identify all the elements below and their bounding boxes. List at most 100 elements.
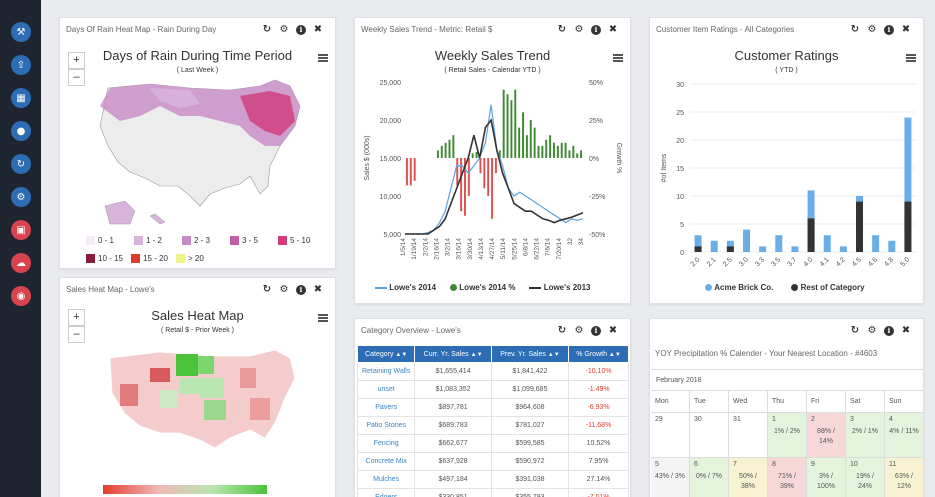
rest-bar[interactable] xyxy=(856,201,863,252)
growth-bar[interactable] xyxy=(572,145,575,158)
info-icon[interactable]: i xyxy=(296,25,306,35)
calendar-day[interactable]: 10 19% / 24% xyxy=(846,458,885,497)
refresh-icon[interactable]: ↻ xyxy=(262,285,272,295)
info-icon[interactable]: i xyxy=(296,285,306,295)
growth-bar[interactable] xyxy=(436,150,439,158)
growth-bar[interactable] xyxy=(576,153,579,158)
legend-item[interactable]: Lowe's 2013 xyxy=(529,283,591,292)
globe-icon[interactable]: ◉ xyxy=(11,286,31,306)
calendar-day[interactable]: 29 xyxy=(651,413,690,458)
acme-bar[interactable] xyxy=(823,235,831,252)
growth-bar[interactable] xyxy=(510,100,513,158)
table-cell[interactable]: Edgers xyxy=(356,488,416,497)
table-row[interactable]: Fencing $662,677 $599,585 10.52% xyxy=(356,434,629,453)
legend-item[interactable]: 10 - 15 xyxy=(86,254,131,264)
calendar-day[interactable]: 7 50% / 38% xyxy=(729,458,768,497)
acme-bar[interactable] xyxy=(743,229,750,252)
table-row[interactable]: Edgers$330,851$355,793-7.01% xyxy=(356,488,629,497)
growth-bar[interactable] xyxy=(541,145,544,158)
growth-bar[interactable] xyxy=(522,112,524,158)
legend-item[interactable]: 2 - 3 xyxy=(182,236,230,246)
refresh-icon[interactable]: ↻ xyxy=(557,326,567,336)
growth-bar[interactable] xyxy=(494,158,497,174)
growth-bar[interactable] xyxy=(479,158,482,174)
zoom-out-button[interactable]: – xyxy=(68,69,85,86)
table-row[interactable]: Patio Stones $689,783 $781,027 -11.68% xyxy=(356,416,629,435)
legend-item[interactable]: 15 - 20 xyxy=(131,254,176,264)
growth-bar[interactable] xyxy=(491,158,494,219)
table-cell[interactable]: Pavers xyxy=(356,398,416,417)
calendar-day[interactable]: 9 3% / 100% xyxy=(807,458,846,497)
growth-bar[interactable] xyxy=(556,145,559,158)
legend-item[interactable]: 1 - 2 xyxy=(134,236,182,246)
table-cell[interactable]: Patio Stones xyxy=(356,416,416,435)
legend-item[interactable]: 3 - 5 xyxy=(230,236,278,246)
refresh-icon[interactable]: ↻ xyxy=(850,326,860,336)
info-icon[interactable]: i xyxy=(591,25,601,35)
zoom-in-button[interactable]: + xyxy=(68,309,85,326)
growth-bar[interactable] xyxy=(413,158,416,181)
zoom-out-button[interactable]: – xyxy=(68,326,85,343)
close-icon[interactable]: ✖ xyxy=(901,326,911,336)
acme-bar[interactable] xyxy=(888,240,896,252)
growth-bar[interactable] xyxy=(560,142,563,158)
menu-icon[interactable] xyxy=(906,54,916,62)
calendar-day[interactable]: 4 4% / 11% xyxy=(885,413,923,458)
growth-bar[interactable] xyxy=(502,89,505,158)
table-icon[interactable]: ▦ xyxy=(11,88,31,108)
table-row[interactable]: unset $1,083,352 $1,099,685 -1.49% xyxy=(356,380,629,399)
growth-bar[interactable] xyxy=(456,158,459,186)
table-row[interactable]: Concrete Mix $637,928 $590,972 7.95% xyxy=(356,452,629,471)
cogs-icon[interactable]: ⚙ xyxy=(11,187,31,207)
upload-icon[interactable]: ⇧ xyxy=(11,55,31,75)
close-icon[interactable]: ✖ xyxy=(608,326,618,336)
rest-bar[interactable] xyxy=(807,218,815,252)
line-2014[interactable] xyxy=(405,104,584,235)
growth-bar[interactable] xyxy=(405,158,408,186)
growth-bar[interactable] xyxy=(440,145,443,158)
info-icon[interactable]: i xyxy=(884,326,894,336)
cloud-icon[interactable]: ☁ xyxy=(11,253,31,273)
table-cell[interactable]: Retaining Walls xyxy=(356,362,416,381)
refresh-icon[interactable]: ↻ xyxy=(11,154,31,174)
growth-bar[interactable] xyxy=(487,158,490,196)
calendar-day[interactable]: 8 71% / 39% xyxy=(768,458,807,497)
growth-bar[interactable] xyxy=(506,94,509,158)
info-icon[interactable]: i xyxy=(884,25,894,35)
menu-icon[interactable] xyxy=(318,314,328,322)
legend-item[interactable]: Lowe's 2014 xyxy=(375,283,436,292)
refresh-icon[interactable]: ↻ xyxy=(262,25,272,35)
table-cell[interactable]: Fencing xyxy=(356,434,416,453)
growth-bar[interactable] xyxy=(553,142,555,158)
growth-bar[interactable] xyxy=(448,139,451,158)
menu-icon[interactable] xyxy=(318,54,328,62)
calendar-day[interactable]: 6 0% / 7% xyxy=(690,458,729,497)
close-icon[interactable]: ✖ xyxy=(313,25,323,35)
calendar-day[interactable]: 30 xyxy=(690,413,729,458)
gear-icon[interactable]: ⚙ xyxy=(574,326,584,336)
rest-bar[interactable] xyxy=(904,201,912,252)
growth-bar[interactable] xyxy=(537,145,540,158)
growth-bar[interactable] xyxy=(483,158,486,189)
gear-icon[interactable]: ⚙ xyxy=(279,25,289,35)
growth-bar[interactable] xyxy=(452,135,455,158)
growth-bar[interactable] xyxy=(467,158,470,196)
growth-bar[interactable] xyxy=(533,127,536,158)
gear-icon[interactable]: ⚙ xyxy=(867,25,877,35)
gear-icon[interactable]: ⚙ xyxy=(867,326,877,336)
refresh-icon[interactable]: ↻ xyxy=(557,25,567,35)
growth-bar[interactable] xyxy=(549,135,552,158)
legend-item[interactable]: Rest of Category xyxy=(791,283,865,292)
calendar-day[interactable]: 31 xyxy=(729,413,768,458)
growth-bar[interactable] xyxy=(545,139,548,158)
gear-icon[interactable]: ⚙ xyxy=(574,25,584,35)
legend-item[interactable]: Acme Brick Co. xyxy=(705,283,773,292)
growth-bar[interactable] xyxy=(475,151,478,158)
close-icon[interactable]: ✖ xyxy=(901,25,911,35)
users-icon[interactable]: ● xyxy=(11,121,31,141)
menu-icon[interactable] xyxy=(613,54,623,62)
acme-bar[interactable] xyxy=(791,246,799,252)
growth-bar[interactable] xyxy=(518,127,521,158)
zoom-in-button[interactable]: + xyxy=(68,52,85,69)
column-header[interactable]: Category ▲▼ xyxy=(356,345,416,363)
